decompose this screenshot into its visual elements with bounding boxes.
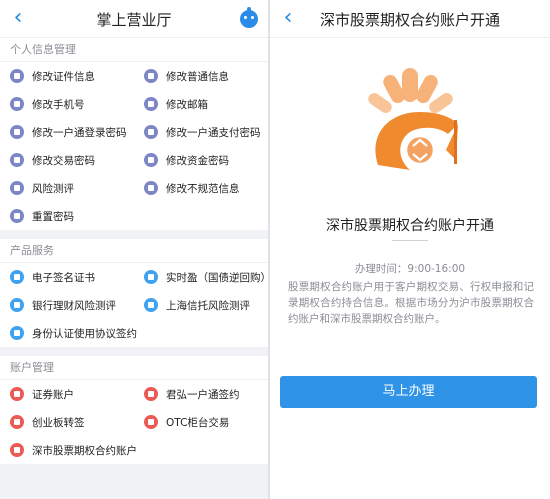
shield-icon — [10, 181, 24, 195]
menu-item[interactable]: 修改一户通支付密码 — [134, 118, 268, 146]
login-key-icon — [10, 125, 24, 139]
service-sections: 个人信息管理修改证件信息 修改普通信息修改手机号 修改邮箱修改一户通登录密码 修改一户… — [0, 38, 268, 464]
menu-item[interactable]: 电子签名证书 — [0, 263, 134, 291]
left-header: ‹ 掌上营业厅 — [0, 0, 268, 38]
menu-item-label: 修改不规范信息 — [166, 182, 240, 195]
page-title: 深市股票期权合约账户开通 — [319, 11, 500, 29]
business-hall-screen: ‹ 掌上营业厅 个人信息管理修改证件信息 修改普通信息修改手机号 修改邮箱修改一户通… — [0, 0, 268, 499]
pencil-icon — [144, 69, 158, 83]
page-title: 掌上营业厅 — [96, 11, 172, 29]
menu-item-label: 修改手机号 — [32, 98, 85, 111]
menu-grid: 电子签名证书 实时盈（国债逆回购） 银行理财风险测评 上海信托风险测评身份认证使用协议… — [0, 263, 268, 347]
option-account-screen: ‹ 深市股票期权合约账户开通 深市股票期权合约账户开通 办理时间：9:00-16… — [270, 0, 550, 499]
menu-item[interactable]: 修改交易密码 — [0, 146, 134, 174]
section-title: 产品服务 — [0, 239, 268, 263]
menu-item-label: 深市股票期权合约账户 — [32, 444, 137, 457]
moon-icon — [144, 181, 158, 195]
menu-item-label: 银行理财风险测评 — [32, 299, 116, 312]
certificate-icon — [10, 270, 24, 284]
menu-item[interactable]: 修改手机号 — [0, 90, 134, 118]
menu-item[interactable]: 修改不规范信息 — [134, 174, 268, 202]
shield-check-icon — [144, 298, 158, 312]
menu-item[interactable]: 修改普通信息 — [134, 62, 268, 90]
trade-password-icon — [10, 153, 24, 167]
menu-item-label: 修改普通信息 — [166, 70, 229, 83]
menu-item[interactable]: 实时盈（国债逆回购） — [134, 263, 268, 291]
menu-item[interactable]: 重置密码 — [0, 202, 134, 230]
menu-item[interactable]: 上海信托风险测评 — [134, 291, 268, 319]
menu-grid: 证券账户 君弘一户通签约创业板转签 OTC柜台交易深市股票期权合约账户 — [0, 380, 268, 464]
menu-item-label: 电子签名证书 — [32, 271, 95, 284]
menu-item-label: 修改证件信息 — [32, 70, 95, 83]
business-hours: 办理时间：9:00-16:00 — [354, 263, 466, 275]
heading-divider — [392, 240, 428, 241]
menu-item-label: 修改资金密码 — [166, 154, 229, 167]
option-account-illustration-icon — [368, 68, 458, 170]
menu-item-label: 证券账户 — [32, 388, 74, 401]
menu-item-label: OTC柜台交易 — [166, 416, 230, 429]
menu-item-label: 创业板转签 — [32, 416, 85, 429]
refresh-icon — [144, 270, 158, 284]
account-description: 股票期权合约账户用于客户期权交易、行权申报和记录期权合约持合信息。根据市场分为沪… — [288, 281, 534, 325]
option-contract-icon — [10, 443, 24, 457]
section-title: 账户管理 — [0, 356, 268, 380]
otc-icon — [144, 415, 158, 429]
lock-icon — [10, 209, 24, 223]
menu-item[interactable]: OTC柜台交易 — [134, 408, 268, 436]
menu-item[interactable]: 修改资金密码 — [134, 146, 268, 174]
menu-item[interactable]: 修改证件信息 — [0, 62, 134, 90]
menu-item-label: 风险测评 — [32, 182, 74, 195]
menu-item[interactable]: 创业板转签 — [0, 408, 134, 436]
right-header: ‹ 深市股票期权合约账户开通 — [270, 0, 550, 38]
menu-grid: 修改证件信息 修改普通信息 修改手机号 修改邮箱 修改一户通登录密码 修改一户通支付密码修… — [0, 62, 268, 230]
menu-item-label: 修改一户通支付密码 — [166, 126, 261, 139]
menu-item[interactable]: 修改邮箱 — [134, 90, 268, 118]
menu-item[interactable]: 身份认证使用协议签约 — [0, 319, 137, 347]
menu-item[interactable]: 证券账户 — [0, 380, 134, 408]
pay-key-icon — [144, 125, 158, 139]
menu-item-label: 实时盈（国债逆回购） — [166, 271, 268, 284]
sign-icon — [144, 387, 158, 401]
menu-item[interactable]: 深市股票期权合约账户 — [0, 436, 137, 464]
menu-item[interactable]: 风险测评 — [0, 174, 134, 202]
id-card-icon — [10, 69, 24, 83]
apply-now-button[interactable]: 马上办理 — [280, 376, 537, 408]
robot-assistant-icon[interactable] — [240, 7, 258, 28]
menu-item-label: 修改交易密码 — [32, 154, 95, 167]
id-sign-icon — [10, 326, 24, 340]
service-section: 产品服务电子签名证书 实时盈（国债逆回购） 银行理财风险测评 上海信托风险测评身份认证… — [0, 239, 268, 347]
menu-item-label: 修改一户通登录密码 — [32, 126, 127, 139]
section-heading: 深市股票期权合约账户开通 — [326, 218, 494, 234]
menu-item[interactable]: 银行理财风险测评 — [0, 291, 134, 319]
menu-item[interactable]: 修改一户通登录密码 — [0, 118, 134, 146]
menu-item[interactable]: 君弘一户通签约 — [134, 380, 268, 408]
service-section: 个人信息管理修改证件信息 修改普通信息修改手机号 修改邮箱修改一户通登录密码 修改一户… — [0, 38, 268, 230]
menu-item-label: 修改邮箱 — [166, 98, 208, 111]
transfer-icon — [10, 415, 24, 429]
mail-icon — [144, 97, 158, 111]
menu-item-label: 重置密码 — [32, 210, 74, 223]
menu-item-label: 身份认证使用协议签约 — [32, 327, 137, 340]
service-section: 账户管理证券账户 君弘一户通签约创业板转签 OTC柜台交易深市股票期权合约账户 — [0, 356, 268, 464]
menu-item-label: 君弘一户通签约 — [166, 388, 240, 401]
section-title: 个人信息管理 — [0, 38, 268, 62]
fund-password-icon — [144, 153, 158, 167]
menu-item-label: 上海信托风险测评 — [166, 299, 250, 312]
phone-icon — [10, 97, 24, 111]
bank-icon — [10, 298, 24, 312]
chart-line-icon — [10, 387, 24, 401]
